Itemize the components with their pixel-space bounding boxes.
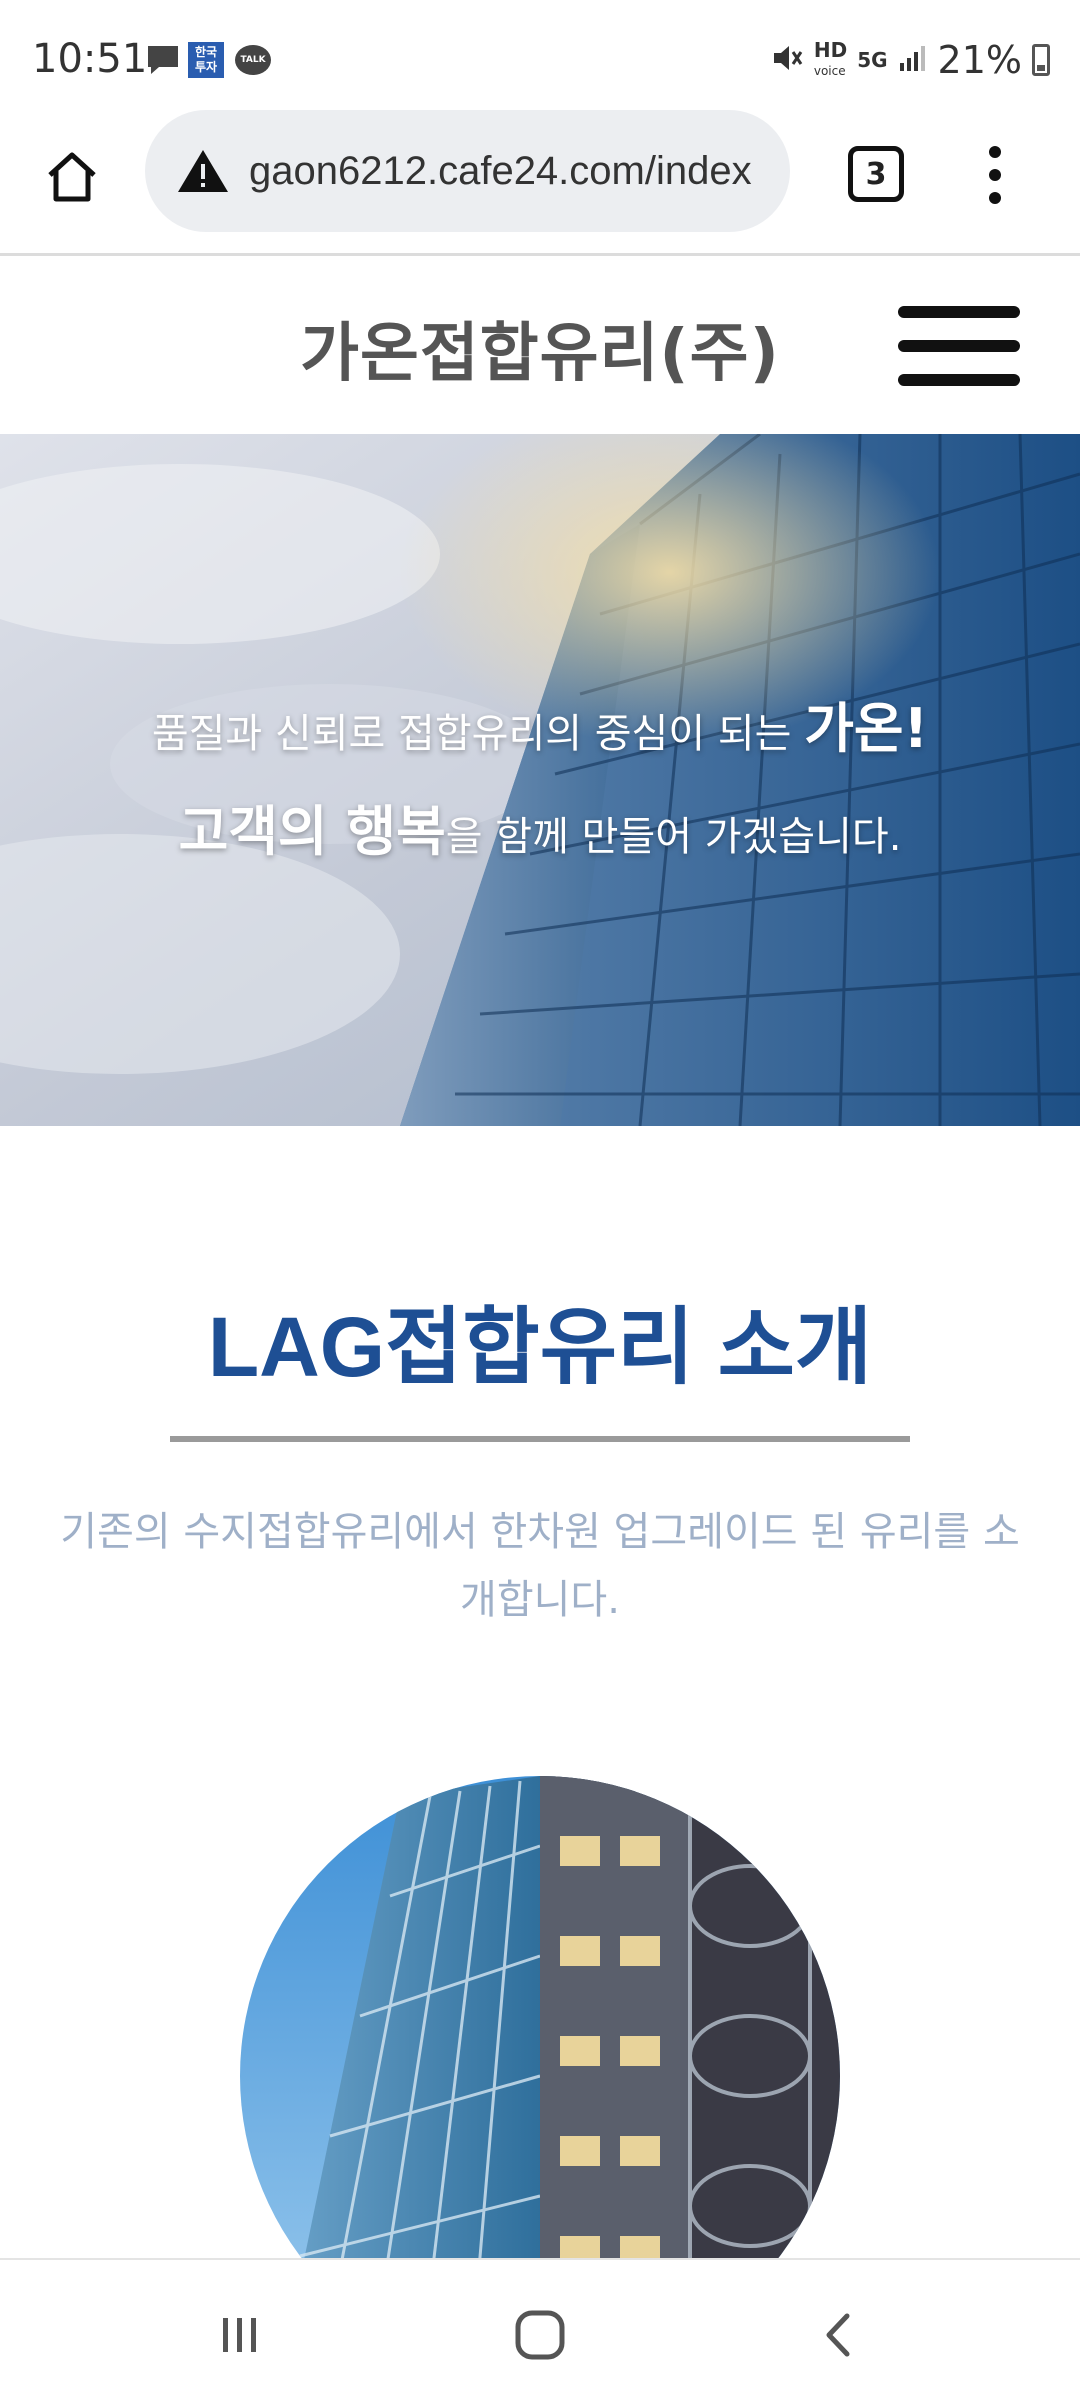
recent-apps-icon <box>223 2318 256 2352</box>
mute-icon <box>770 41 804 79</box>
kakaotalk-icon: TALK <box>235 42 271 78</box>
hamburger-line <box>898 306 1020 318</box>
home-circle-icon <box>515 2310 565 2360</box>
voice-label: voice <box>813 63 846 78</box>
dot-icon <box>989 169 1001 181</box>
browser-toolbar: gaon6212.cafe24.com/index 3 <box>0 110 1080 256</box>
tab-switcher-button[interactable]: 3 <box>848 146 904 202</box>
section-description: 기존의 수지접합유리에서 한차원 업그레이드 된 유리를 소개합니다. <box>60 1509 1020 1623</box>
warning-icon[interactable] <box>175 146 231 196</box>
message-icon <box>145 42 181 78</box>
site-header: 가온접합유리(주) <box>0 258 1080 434</box>
back-chevron-icon <box>826 2313 850 2357</box>
dot-icon <box>989 146 1001 158</box>
hero-line-1-emphasis: 가온! <box>804 697 929 760</box>
status-bar: 10:51 한국 투자 TALK HD voice 5G 21% <box>0 0 1080 110</box>
section-title: LAG접합유리 소개 <box>207 1300 873 1394</box>
back-button[interactable] <box>800 2300 880 2370</box>
hd-voice-icon: HD voice <box>813 37 848 80</box>
hero-line-1: 품질과 신뢰로 접합유리의 중심이 되는 가온! <box>0 684 1080 763</box>
battery-percent: 21% <box>937 38 1022 82</box>
hero-line-2-text: 을 함께 만들어 가겠습니다. <box>445 814 902 860</box>
signal-icon <box>898 43 928 77</box>
address-bar[interactable]: gaon6212.cafe24.com/index <box>145 110 790 232</box>
hero-line-1-text: 품질과 신뢰로 접합유리의 중심이 되는 <box>151 711 805 757</box>
battery-icon <box>1032 44 1050 76</box>
hero-line-2-emphasis: 고객의 행복 <box>178 800 446 863</box>
network-5g-icon: 5G <box>857 48 888 72</box>
section-divider <box>170 1436 910 1442</box>
status-time: 10:51 <box>32 36 148 82</box>
hero-text: 품질과 신뢰로 접합유리의 중심이 되는 가온! 고객의 행복을 함께 만들어 … <box>0 684 1080 866</box>
hamburger-line <box>898 340 1020 352</box>
url-text[interactable]: gaon6212.cafe24.com/index <box>249 149 752 194</box>
hamburger-line <box>898 374 1020 386</box>
hd-label: HD <box>813 37 848 62</box>
news-icon: 한국 투자 <box>188 42 224 78</box>
system-navigation-bar <box>0 2258 1080 2400</box>
home-nav-button[interactable] <box>500 2300 580 2370</box>
more-options-button[interactable] <box>975 140 1015 210</box>
hamburger-menu-button[interactable] <box>898 306 1020 386</box>
hero-banner: 품질과 신뢰로 접합유리의 중심이 되는 가온! 고객의 행복을 함께 만들어 … <box>0 434 1080 1126</box>
news-icon-text: 한국 투자 <box>188 42 224 78</box>
dot-icon <box>989 192 1001 204</box>
hero-line-2: 고객의 행복을 함께 만들어 가겠습니다. <box>0 787 1080 866</box>
talk-icon-text: TALK <box>235 45 271 75</box>
home-icon <box>48 152 96 202</box>
status-right-group: HD voice 5G 21% <box>770 38 1050 82</box>
home-button[interactable] <box>40 145 104 209</box>
recent-apps-button[interactable] <box>200 2300 280 2370</box>
